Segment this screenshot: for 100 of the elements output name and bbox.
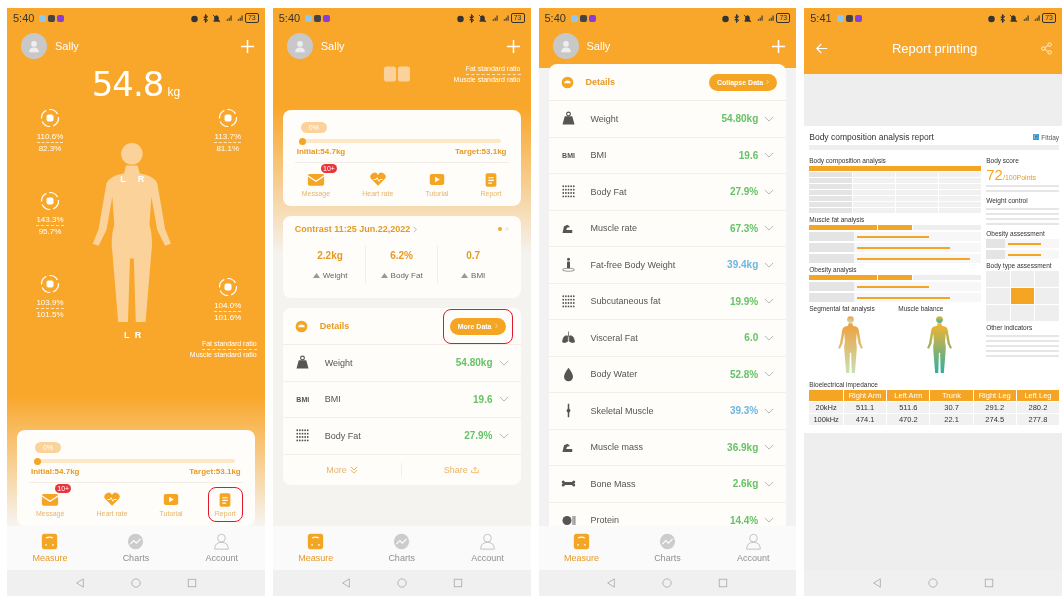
chevron-down-icon[interactable] (764, 225, 775, 232)
tab[interactable]: Measure (272, 526, 359, 570)
add-icon[interactable] (239, 38, 255, 54)
metric-row[interactable]: Weight 54.80kg (282, 345, 521, 382)
avatar[interactable] (286, 33, 313, 59)
heart-icon (368, 172, 387, 187)
person-outline-icon (744, 533, 762, 550)
chevron-down-icon[interactable] (764, 444, 775, 451)
tab[interactable]: Account (710, 526, 797, 570)
chevron-down-icon[interactable] (764, 334, 775, 341)
fat-ratio-text: 143.3% (36, 214, 64, 226)
tab[interactable]: Measure (538, 526, 625, 570)
person-outline-icon (213, 533, 231, 550)
scale-icon (41, 533, 59, 550)
more-button[interactable]: More (282, 463, 402, 476)
add-icon[interactable] (505, 38, 521, 54)
chevron-down-icon[interactable] (764, 517, 775, 524)
metric-row[interactable]: Visceral Fat 6.0 (548, 320, 787, 357)
segment-ring-icon[interactable] (217, 108, 238, 128)
kettlebell-icon (561, 111, 576, 127)
share-button[interactable]: Share (402, 463, 521, 476)
share-icon[interactable] (1041, 41, 1052, 55)
scale-icon (572, 533, 590, 550)
chevron-down-icon[interactable] (764, 298, 775, 305)
metric-row[interactable]: Skeletal Muscle 39.3% (548, 393, 787, 430)
chevron-right-icon (494, 323, 498, 329)
chevron-down-icon[interactable] (498, 359, 509, 366)
up-triangle-icon (461, 273, 469, 278)
home-nav-icon[interactable] (662, 578, 673, 588)
segment-ring-icon[interactable] (40, 191, 60, 211)
metric-row[interactable]: Weight 54.80kg (548, 101, 787, 138)
home-nav-icon[interactable] (130, 578, 141, 588)
contrast-title[interactable]: Contrast 11:25 Jun.22,2022 (294, 224, 411, 234)
metric-row[interactable]: Bone Mass 2.6kg (548, 466, 787, 503)
metric-name: BMI (590, 150, 607, 161)
chart-icon (658, 533, 676, 550)
chevron-down-icon[interactable] (764, 407, 775, 414)
metric-row[interactable]: Body Water 52.8% (548, 356, 787, 393)
metric-row[interactable]: Subcutaneous fat 19.9% (548, 283, 787, 320)
progress-thumb[interactable] (33, 457, 41, 465)
chevron-down-icon[interactable] (764, 261, 775, 268)
alarm-icon (455, 13, 465, 23)
metric-name: BMI (324, 394, 341, 405)
avatar[interactable] (21, 33, 47, 59)
user-name[interactable]: Sally (320, 40, 345, 52)
segment-ring-icon[interactable] (40, 108, 60, 128)
gauge-icon (294, 319, 308, 333)
metric-value: 54.80kg (455, 357, 493, 369)
chevron-down-icon[interactable] (764, 480, 775, 487)
muscle-ratio-text: 101.6% (214, 312, 242, 323)
metric-value: 39.3% (729, 405, 759, 417)
segment-ring-icon[interactable] (217, 277, 238, 297)
home-nav-icon[interactable] (928, 578, 939, 588)
chevron-down-icon[interactable] (764, 152, 775, 159)
stat-label: Weight (322, 271, 348, 280)
recents-nav-icon[interactable] (984, 578, 995, 588)
fat-ratio-text: 104.0% (214, 300, 242, 312)
metric-name: Bone Mass (590, 478, 636, 489)
back-arrow-icon[interactable] (816, 42, 829, 54)
tab[interactable]: Account (444, 526, 531, 570)
tab[interactable]: Charts (92, 526, 179, 570)
chevron-down-icon[interactable] (498, 432, 509, 439)
metric-name: Body Fat (324, 430, 361, 441)
add-icon[interactable] (771, 38, 787, 54)
user-name[interactable]: Sally (586, 40, 611, 52)
chevron-right-icon[interactable] (413, 225, 418, 233)
recents-nav-icon[interactable] (718, 578, 729, 588)
back-nav-icon[interactable] (340, 578, 351, 588)
recents-nav-icon[interactable] (452, 578, 463, 588)
home-nav-icon[interactable] (396, 578, 407, 588)
lungs-icon (561, 330, 576, 346)
avatar[interactable] (552, 33, 579, 59)
back-nav-icon[interactable] (606, 578, 617, 588)
user-name[interactable]: Sally (55, 40, 79, 52)
metric-name: Muscle rate (590, 223, 638, 234)
segment-ring-icon[interactable] (40, 274, 60, 294)
metric-row[interactable]: Body Fat 27.9% (548, 174, 787, 211)
metric-row[interactable]: Muscle rate 67.3% (548, 210, 787, 247)
envelope-icon (41, 492, 60, 507)
metric-row[interactable]: Fat-free Body Weight 39.4kg (548, 247, 787, 284)
water-drop-icon (561, 366, 576, 382)
chevron-down-icon[interactable] (498, 396, 509, 403)
metric-row[interactable]: Body Fat 27.9% (282, 418, 521, 455)
fat-ratio-text: 110.6% (36, 131, 64, 143)
recents-nav-icon[interactable] (186, 578, 197, 588)
chevron-down-icon[interactable] (764, 371, 775, 378)
screen-title: Report printing (891, 40, 979, 56)
tab[interactable]: Account (178, 526, 265, 570)
alarm-icon (189, 13, 199, 23)
page-dot[interactable] (497, 227, 502, 231)
tab[interactable]: Measure (7, 526, 93, 570)
back-nav-icon[interactable] (74, 578, 85, 588)
back-nav-icon[interactable] (872, 578, 883, 588)
chevron-down-icon[interactable] (764, 188, 775, 195)
tab[interactable]: Charts (624, 526, 711, 570)
progress-thumb[interactable] (299, 137, 307, 145)
chevron-down-icon[interactable] (764, 115, 775, 122)
side-label: R (134, 329, 142, 340)
metric-row[interactable]: Muscle mass 36.9kg (548, 429, 787, 466)
tab[interactable]: Charts (358, 526, 445, 570)
